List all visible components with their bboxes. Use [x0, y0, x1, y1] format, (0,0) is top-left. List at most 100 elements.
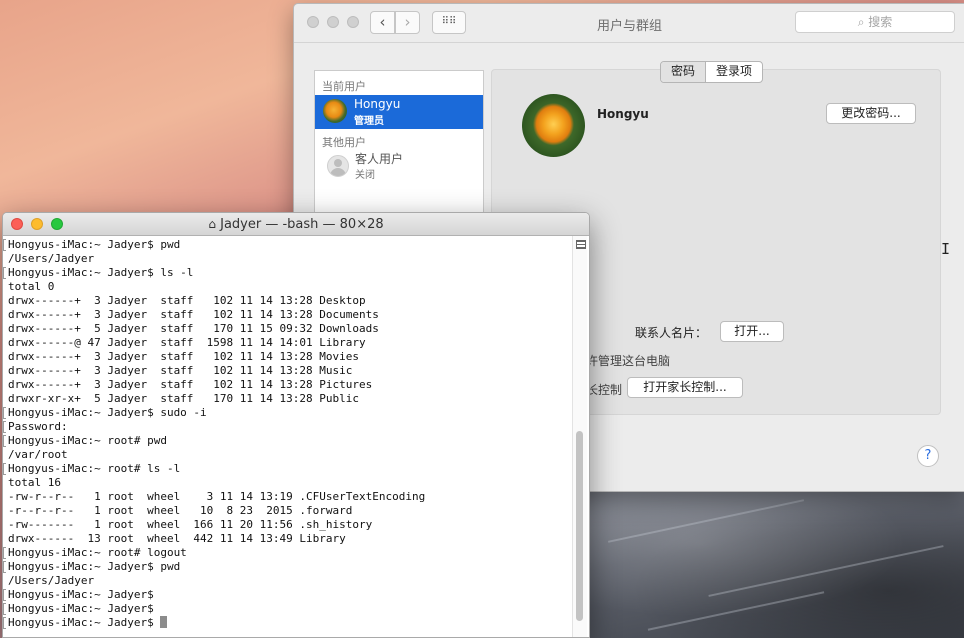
guest-name: 客人用户 [355, 152, 404, 166]
terminal-line-text: drwx------+ 5 Jadyer staff 170 11 15 09:… [8, 322, 379, 335]
search-field[interactable]: ⌕ 搜索 [795, 11, 955, 33]
tab-login-items[interactable]: 登录项 [706, 62, 762, 82]
terminal-line: Password: [3, 420, 582, 434]
other-users-header: 其他用户 [322, 136, 366, 149]
terminal-line: Hongyus-iMac:~ Jadyer$ [3, 588, 582, 602]
terminal-line-text: drwx------ 13 root wheel 442 11 14 13:49… [8, 532, 346, 545]
terminal-line: total 0 [8, 280, 571, 294]
open-contact-button[interactable]: 打开... [720, 321, 784, 342]
current-users-header: 当前用户 [322, 80, 366, 93]
terminal-line: Hongyus-iMac:~ Jadyer$ pwd [3, 238, 582, 252]
terminal-line: total 16 [8, 476, 571, 490]
user-role: 管理员 [354, 116, 384, 127]
terminal-line-text: Hongyus-iMac:~ Jadyer$ pwd [8, 560, 181, 573]
tab-bar: 密码 登录项 [660, 61, 764, 83]
user-item-hongyu[interactable]: Hongyu 管理员 [315, 95, 483, 129]
terminal-line: drwx------+ 3 Jadyer staff 102 11 14 13:… [8, 308, 571, 322]
scroll-thumb[interactable] [576, 431, 583, 621]
tab-password[interactable]: 密码 [661, 62, 707, 82]
open-parental-controls-button[interactable]: 打开家长控制... [627, 377, 743, 398]
split-pane-icon[interactable] [576, 240, 586, 249]
terminal-line: drwx------+ 3 Jadyer staff 102 11 14 13:… [8, 294, 571, 308]
terminal-line-text: Hongyus-iMac:~ Jadyer$ ls -l [8, 266, 194, 279]
terminal-line-text: Hongyus-iMac:~ Jadyer$ [8, 588, 154, 601]
user-name: Hongyu [354, 97, 401, 111]
terminal-line-text: Hongyus-iMac:~ Jadyer$ [8, 616, 161, 629]
terminal-line-text: Hongyus-iMac:~ root# ls -l [8, 462, 181, 475]
prompt-mark-left [3, 463, 6, 475]
prompt-mark-left [3, 421, 6, 433]
change-password-button[interactable]: 更改密码... [826, 103, 916, 124]
avatar [323, 99, 347, 123]
terminal-line-text: Hongyus-iMac:~ root# logout [8, 546, 187, 559]
prompt-mark-left [3, 435, 6, 447]
user-avatar-large[interactable] [522, 94, 585, 157]
terminal-line-text: drwx------+ 3 Jadyer staff 102 11 14 13:… [8, 378, 373, 391]
terminal-scrollbar[interactable] [572, 236, 587, 637]
terminal-line-text: drwxr-xr-x+ 5 Jadyer staff 170 11 14 13:… [8, 392, 359, 405]
allow-admin-label: 许管理这台电脑 [586, 354, 671, 368]
terminal-line: Hongyus-iMac:~ Jadyer$ [3, 602, 582, 616]
terminal-line: drwx------+ 3 Jadyer staff 102 11 14 13:… [8, 350, 571, 364]
terminal-line-text: drwx------+ 3 Jadyer staff 102 11 14 13:… [8, 350, 359, 363]
user-item-guest[interactable]: 客人用户 关闭 [315, 149, 483, 183]
home-icon: ⌂ [208, 217, 216, 231]
terminal-line: Hongyus-iMac:~ Jadyer$ [3, 616, 582, 630]
search-placeholder: 搜索 [868, 15, 893, 29]
prefs-titlebar: ‹ › ⠿⠿ 用户与群组 ⌕ 搜索 [294, 4, 964, 43]
contact-card-label: 联系人名片： [635, 326, 708, 340]
terminal-line: drwx------+ 3 Jadyer staff 102 11 14 13:… [8, 378, 571, 392]
terminal-line-text: /Users/Jadyer [8, 252, 95, 265]
prompt-mark-left [3, 407, 6, 419]
terminal-output[interactable]: Hongyus-iMac:~ Jadyer$ pwd/Users/Jadyer H… [3, 236, 582, 637]
prompt-mark-left [3, 617, 6, 629]
terminal-line: Hongyus-iMac:~ Jadyer$ sudo -i [3, 406, 582, 420]
terminal-line-text: Hongyus-iMac:~ root# pwd [8, 434, 167, 447]
terminal-line-text: -rw-r--r-- 1 root wheel 3 11 14 13:19 .C… [8, 490, 426, 503]
detail-user-name: Hongyu [597, 107, 649, 121]
terminal-line: -r--r--r-- 1 root wheel 10 8 23 2015 .fo… [8, 504, 571, 518]
search-icon: ⌕ [857, 15, 865, 29]
terminal-line-text: drwx------+ 3 Jadyer staff 102 11 14 13:… [8, 308, 379, 321]
terminal-line: /Users/Jadyer [8, 252, 571, 266]
terminal-line: Hongyus-iMac:~ Jadyer$ pwd [3, 560, 582, 574]
text-cursor [160, 616, 168, 628]
terminal-titlebar: ⌂ Jadyer — -bash — 80×28 [3, 213, 589, 236]
guest-status: 关闭 [355, 170, 375, 181]
terminal-line: Hongyus-iMac:~ root# logout [3, 546, 582, 560]
terminal-line-text: total 0 [8, 280, 55, 293]
terminal-line: drwx------+ 5 Jadyer staff 170 11 15 09:… [8, 322, 571, 336]
terminal-title: ⌂ Jadyer — -bash — 80×28 [3, 217, 589, 232]
ibeam-cursor-icon: I [941, 240, 951, 258]
guest-avatar-icon [327, 155, 349, 177]
prompt-mark-left [3, 561, 6, 573]
terminal-line-text: Password: [8, 420, 68, 433]
prompt-mark-left [3, 547, 6, 559]
terminal-line: -rw------- 1 root wheel 166 11 20 11:56 … [8, 518, 571, 532]
terminal-line-text: drwx------+ 3 Jadyer staff 102 11 14 13:… [8, 364, 353, 377]
terminal-window: ⌂ Jadyer — -bash — 80×28 Hongyus-iMac:~ … [2, 212, 590, 638]
prompt-mark-left [3, 603, 6, 615]
terminal-line-text: Hongyus-iMac:~ Jadyer$ sudo -i [8, 406, 207, 419]
terminal-line-text: Hongyus-iMac:~ Jadyer$ pwd [8, 238, 181, 251]
terminal-line-text: -r--r--r-- 1 root wheel 10 8 23 2015 .fo… [8, 504, 353, 517]
terminal-line: drwxr-xr-x+ 5 Jadyer staff 170 11 14 13:… [8, 392, 571, 406]
terminal-line: Hongyus-iMac:~ root# pwd [3, 434, 582, 448]
terminal-line: drwx------@ 47 Jadyer staff 1598 11 14 1… [8, 336, 571, 350]
terminal-line-text: total 16 [8, 476, 61, 489]
terminal-line: drwx------ 13 root wheel 442 11 14 13:49… [8, 532, 571, 546]
terminal-line-text: /var/root [8, 448, 68, 461]
terminal-line-text: drwx------@ 47 Jadyer staff 1598 11 14 1… [8, 336, 366, 349]
terminal-line: drwx------+ 3 Jadyer staff 102 11 14 13:… [8, 364, 571, 378]
terminal-line: /var/root [8, 448, 571, 462]
terminal-line: Hongyus-iMac:~ Jadyer$ ls -l [3, 266, 582, 280]
desktop-wallpaper-rock [586, 480, 964, 638]
terminal-line: /Users/Jadyer [8, 574, 571, 588]
terminal-line: -rw-r--r-- 1 root wheel 3 11 14 13:19 .C… [8, 490, 571, 504]
terminal-title-text: Jadyer — -bash — 80×28 [220, 217, 384, 232]
terminal-line-text: -rw------- 1 root wheel 166 11 20 11:56 … [8, 518, 373, 531]
prompt-mark-left [3, 589, 6, 601]
prompt-mark-left [3, 239, 6, 251]
help-button[interactable]: ? [917, 445, 939, 467]
terminal-line: Hongyus-iMac:~ root# ls -l [3, 462, 582, 476]
